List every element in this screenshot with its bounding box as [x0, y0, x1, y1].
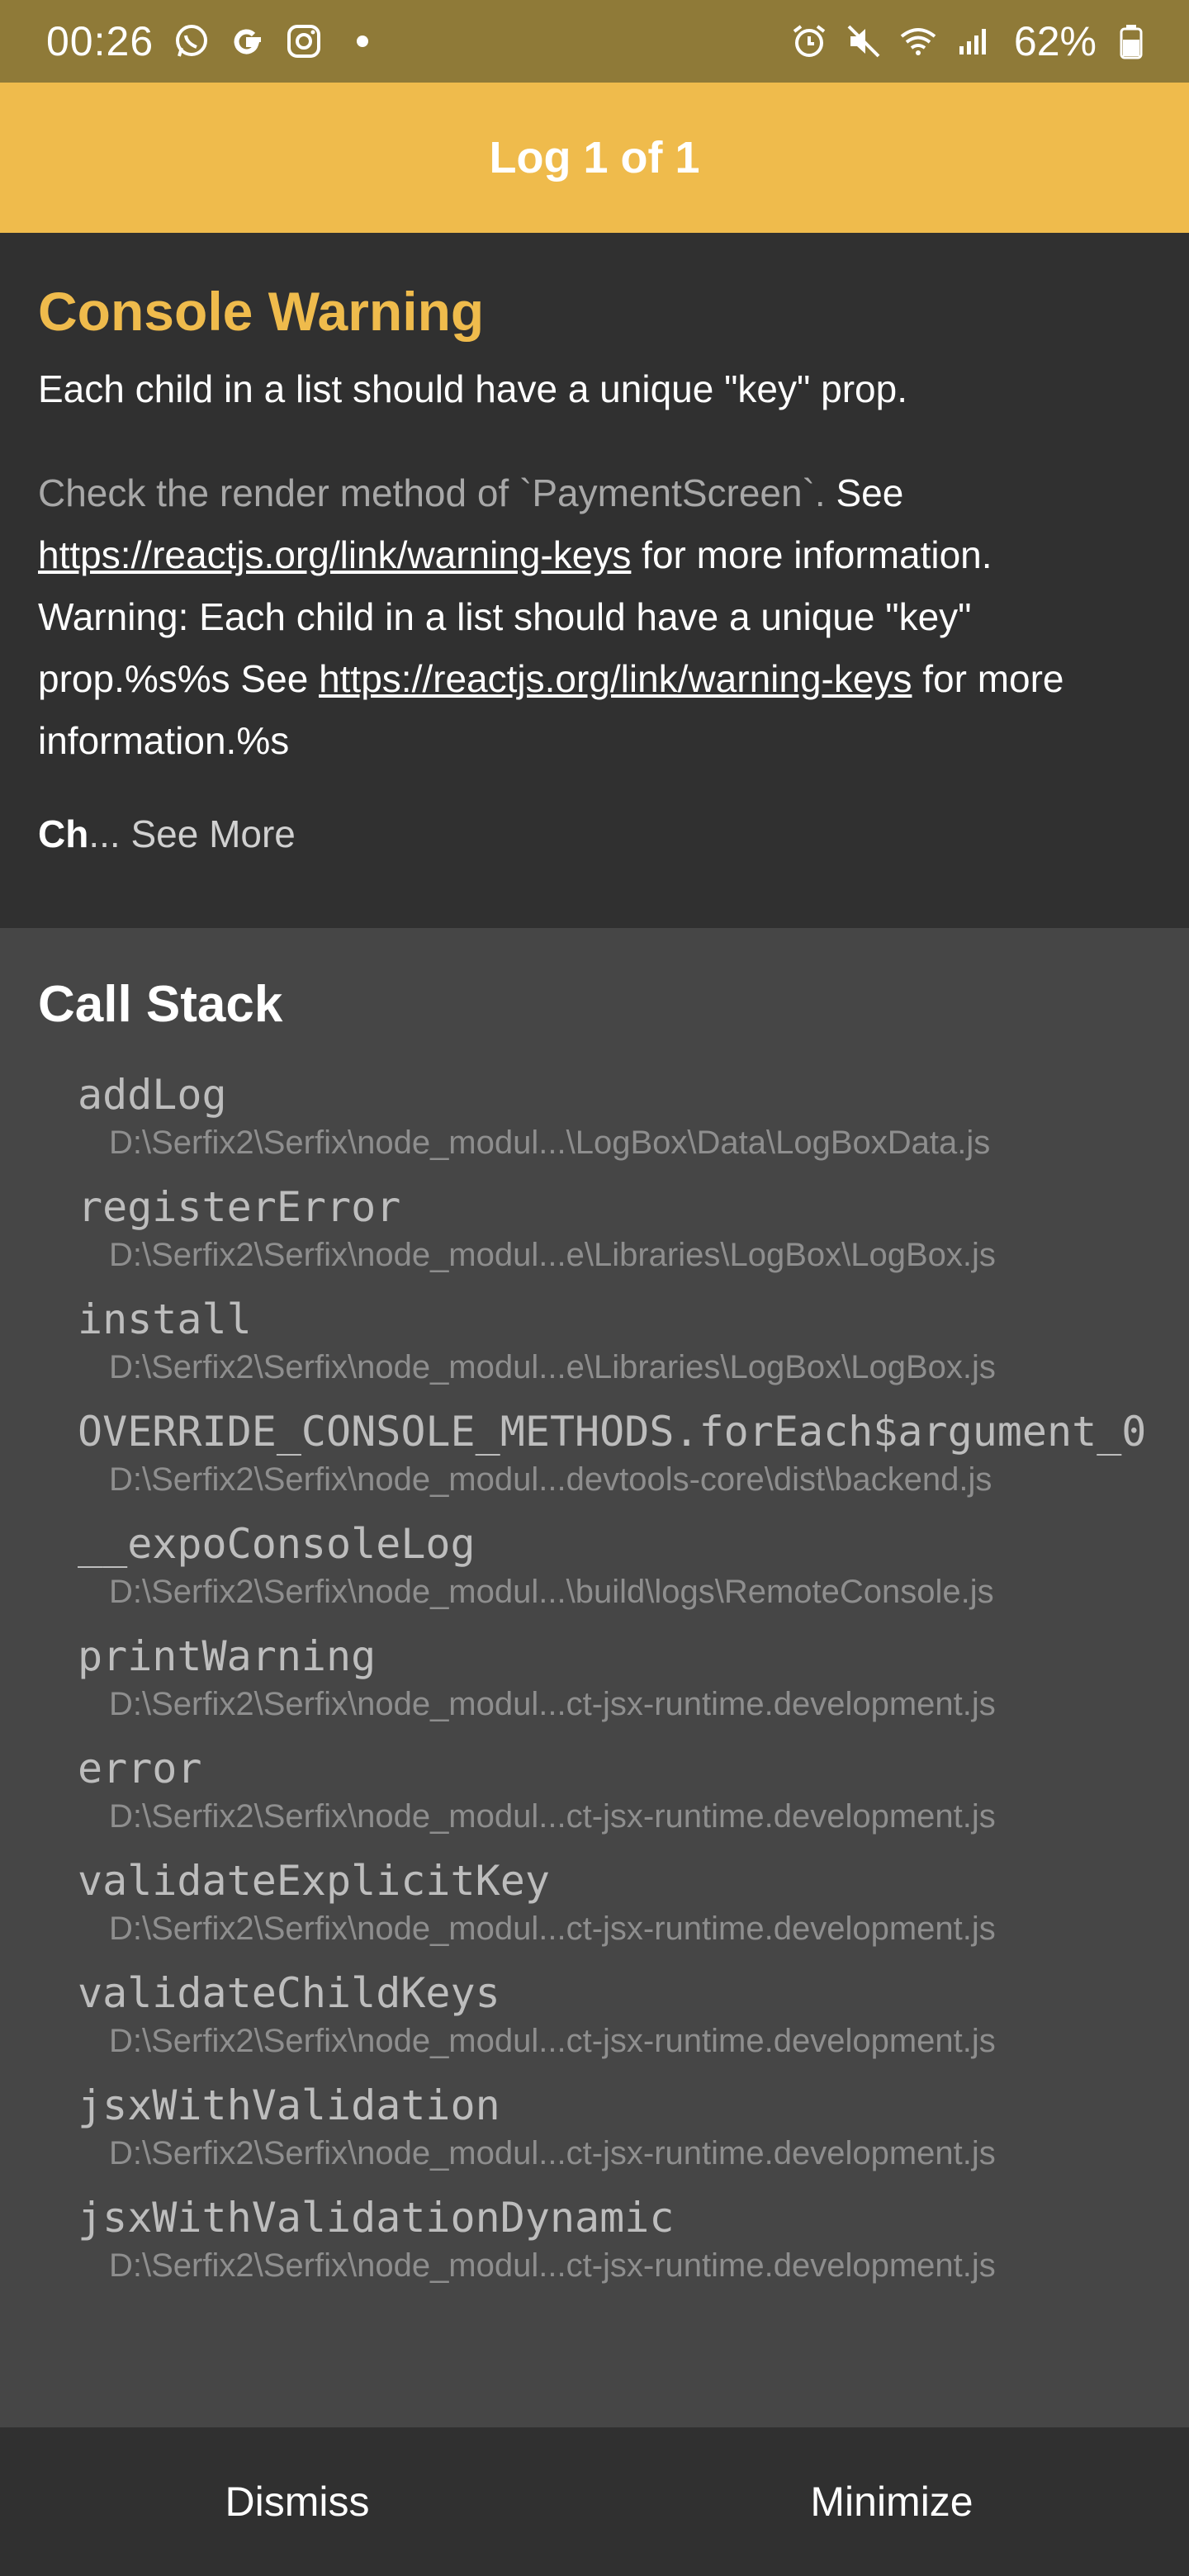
see-more-link[interactable]: ... See More — [88, 812, 296, 855]
mute-icon — [844, 21, 883, 61]
wifi-icon — [898, 21, 938, 61]
dot-icon — [357, 36, 369, 47]
frame-file: D:\Serfix2\Serfix\node_modul...e\Librari… — [109, 1237, 996, 1274]
frame-function: __expoConsoleLog — [78, 1520, 476, 1569]
stack-frame[interactable]: jsxWithValidationDynamic D:\Serfix2\Serfi… — [78, 2191, 1151, 2287]
stack-frame[interactable]: validateChildKeys D:\Serfix2\Serfix\node_… — [78, 1967, 1151, 2062]
whatsapp-icon — [172, 21, 211, 61]
battery-icon — [1111, 21, 1151, 61]
stack-frame[interactable]: validateExplicitKey D:\Serfix2\Serfix\nod… — [78, 1854, 1151, 1950]
message-body: Check the render method of `PaymentScree… — [38, 462, 1151, 772]
signal-icon — [953, 21, 992, 61]
stack-frame[interactable]: __expoConsoleLog D:\Serfix2\Serfix\node_m… — [78, 1518, 1151, 1613]
frame-function: OVERRIDE_CONSOLE_METHODS.forEach$argumen… — [78, 1408, 1147, 1456]
frame-file: D:\Serfix2\Serfix\node_modul...\LogBox\D… — [109, 1125, 991, 1162]
message-section: Console Warning Each child in a list sho… — [0, 233, 1189, 928]
stack-frame-list: addLog D:\Serfix2\Serfix\node_modul...\Lo… — [38, 1068, 1151, 2287]
stack-frame[interactable]: registerError D:\Serfix2\Serfix\node_modu… — [78, 1181, 1151, 1276]
dismiss-button[interactable]: Dismiss — [0, 2427, 594, 2576]
frame-function: jsxWithValidationDynamic — [78, 2194, 675, 2242]
stack-frame[interactable]: install D:\Serfix2\Serfix\node_modul...e\… — [78, 1293, 1151, 1389]
google-icon — [228, 21, 268, 61]
stack-frame[interactable]: error D:\Serfix2\Serfix\node_modul...ct-j… — [78, 1742, 1151, 1838]
log-header: Log 1 of 1 — [0, 83, 1189, 233]
frame-function: registerError — [78, 1183, 401, 1232]
battery-percent: 62% — [1013, 18, 1097, 64]
status-time: 00:26 — [46, 18, 154, 64]
frame-function: validateChildKeys — [78, 1969, 500, 2018]
warning-keys-link-1[interactable]: https://reactjs.org/link/warning-keys — [38, 533, 631, 576]
minimize-button[interactable]: Minimize — [594, 2427, 1189, 2576]
call-stack-section[interactable]: Call Stack addLog D:\Serfix2\Serfix\node_… — [0, 928, 1189, 2427]
frame-function: error — [78, 1745, 202, 1793]
frame-function: printWarning — [78, 1632, 377, 1681]
log-title: Log 1 of 1 — [489, 133, 700, 182]
frame-file: D:\Serfix2\Serfix\node_modul...devtools-… — [109, 1461, 992, 1499]
footer-bar: Dismiss Minimize — [0, 2427, 1189, 2576]
message-more-info-1: for more information. — [631, 533, 992, 576]
truncated-text: Ch — [38, 812, 89, 855]
frame-file: D:\Serfix2\Serfix\node_modul...ct-jsx-ru… — [109, 2247, 996, 2285]
frame-function: addLog — [78, 1071, 227, 1120]
frame-file: D:\Serfix2\Serfix\node_modul...ct-jsx-ru… — [109, 1686, 996, 1723]
message-check-render: Check the render method of `PaymentScree… — [38, 471, 826, 514]
frame-file: D:\Serfix2\Serfix\node_modul...e\Librari… — [109, 1349, 996, 1386]
alarm-icon — [789, 21, 829, 61]
frame-function: jsxWithValidation — [78, 2081, 500, 2130]
stack-frame[interactable]: addLog D:\Serfix2\Serfix\node_modul...\Lo… — [78, 1068, 1151, 1164]
stack-frame[interactable]: OVERRIDE_CONSOLE_METHODS.forEach$argumen… — [78, 1405, 1151, 1501]
frame-file: D:\Serfix2\Serfix\node_modul...ct-jsx-ru… — [109, 2135, 996, 2172]
frame-function: install — [78, 1295, 252, 1344]
instagram-icon — [284, 21, 324, 61]
frame-file: D:\Serfix2\Serfix\node_modul...ct-jsx-ru… — [109, 1798, 996, 1835]
frame-file: D:\Serfix2\Serfix\node_modul...\build\lo… — [109, 1574, 994, 1611]
stack-frame[interactable]: jsxWithValidation D:\Serfix2\Serfix\node_… — [78, 2079, 1151, 2175]
warning-keys-link-2[interactable]: https://reactjs.org/link/warning-keys — [319, 657, 912, 700]
message-headline: Each child in a list should have a uniqu… — [38, 367, 907, 411]
frame-function: validateExplicitKey — [78, 1857, 550, 1906]
call-stack-title: Call Stack — [38, 976, 283, 1033]
log-level: Console Warning — [38, 281, 485, 342]
see-more-row[interactable]: Ch... See More — [38, 812, 1151, 856]
frame-file: D:\Serfix2\Serfix\node_modul...ct-jsx-ru… — [109, 2023, 996, 2060]
stack-frame[interactable]: printWarning D:\Serfix2\Serfix\node_modul… — [78, 1630, 1151, 1726]
status-bar: 00:26 62% — [0, 0, 1189, 83]
frame-file: D:\Serfix2\Serfix\node_modul...ct-jsx-ru… — [109, 1911, 996, 1948]
message-see: See — [825, 471, 904, 514]
